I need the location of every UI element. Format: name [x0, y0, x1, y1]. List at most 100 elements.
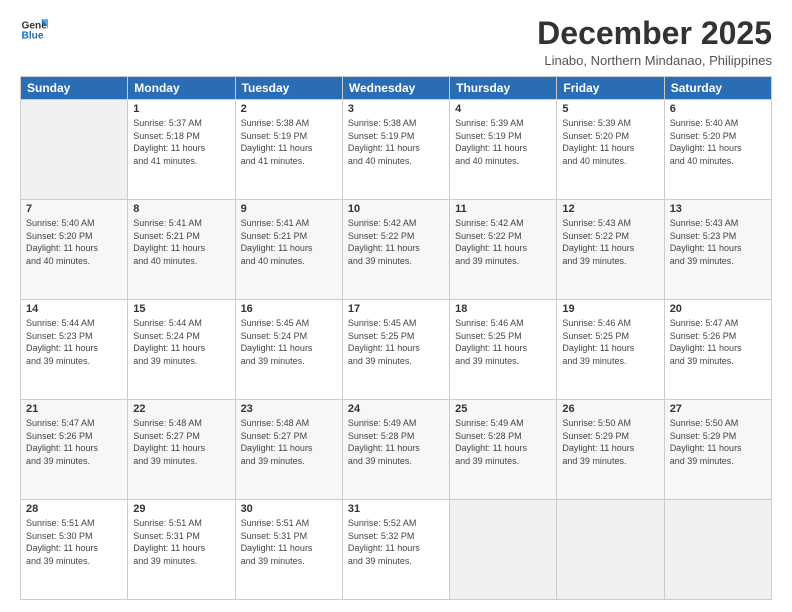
weekday-header-monday: Monday	[128, 77, 235, 100]
day-number: 17	[348, 303, 444, 315]
day-info: Sunrise: 5:42 AM Sunset: 5:22 PM Dayligh…	[455, 217, 551, 267]
calendar-cell: 26Sunrise: 5:50 AM Sunset: 5:29 PM Dayli…	[557, 400, 664, 500]
day-number: 7	[26, 203, 122, 215]
calendar-cell	[450, 500, 557, 600]
calendar-cell: 16 Sunrise: 5:45 AM Sunset: 5:24 PM Dayli…	[235, 300, 342, 400]
day-info: Sunrise: 5:50 AM Sunset: 5:29 PM Dayligh…	[670, 417, 766, 467]
month-title: December 2025	[537, 16, 772, 51]
calendar-cell: 10Sunrise: 5:42 AM Sunset: 5:22 PM Dayli…	[342, 200, 449, 300]
calendar-cell: 7 Sunrise: 5:40 AM Sunset: 5:20 PM Daylig…	[21, 200, 128, 300]
day-number: 14	[26, 303, 122, 315]
calendar-week-2: 7 Sunrise: 5:40 AM Sunset: 5:20 PM Daylig…	[21, 200, 772, 300]
calendar-cell: 3 Sunrise: 5:38 AM Sunset: 5:19 PM Daylig…	[342, 100, 449, 200]
calendar-cell: 31Sunrise: 5:52 AM Sunset: 5:32 PM Dayli…	[342, 500, 449, 600]
day-info: Sunrise: 5:39 AM Sunset: 5:19 PM Dayligh…	[455, 117, 551, 167]
day-info: Sunrise: 5:49 AM Sunset: 5:28 PM Dayligh…	[455, 417, 551, 467]
calendar-cell: 5 Sunrise: 5:39 AM Sunset: 5:20 PM Daylig…	[557, 100, 664, 200]
day-info: Sunrise: 5:40 AM Sunset: 5:20 PM Dayligh…	[670, 117, 766, 167]
day-info: Sunrise: 5:44 AM Sunset: 5:24 PM Dayligh…	[133, 317, 229, 367]
weekday-header-friday: Friday	[557, 77, 664, 100]
day-info: Sunrise: 5:52 AM Sunset: 5:32 PM Dayligh…	[348, 517, 444, 567]
weekday-header-wednesday: Wednesday	[342, 77, 449, 100]
day-number: 20	[670, 303, 766, 315]
calendar-cell: 23 Sunrise: 5:48 AM Sunset: 5:27 PM Dayli…	[235, 400, 342, 500]
day-info: Sunrise: 5:45 AM Sunset: 5:24 PM Dayligh…	[241, 317, 337, 367]
day-info: Sunrise: 5:41 AM Sunset: 5:21 PM Dayligh…	[133, 217, 229, 267]
weekday-header-sunday: Sunday	[21, 77, 128, 100]
day-number: 27	[670, 403, 766, 415]
header: General Blue December 2025 Linabo, North…	[20, 16, 772, 68]
calendar-table: SundayMondayTuesdayWednesdayThursdayFrid…	[20, 76, 772, 600]
day-info: Sunrise: 5:51 AM Sunset: 5:30 PM Dayligh…	[26, 517, 122, 567]
calendar-cell: 21Sunrise: 5:47 AM Sunset: 5:26 PM Dayli…	[21, 400, 128, 500]
svg-text:Blue: Blue	[22, 31, 44, 42]
day-number: 9	[241, 203, 337, 215]
logo: General Blue	[20, 16, 48, 44]
calendar-cell: 8Sunrise: 5:41 AM Sunset: 5:21 PM Daylig…	[128, 200, 235, 300]
day-number: 6	[670, 103, 766, 115]
day-number: 25	[455, 403, 551, 415]
calendar-cell	[21, 100, 128, 200]
day-info: Sunrise: 5:46 AM Sunset: 5:25 PM Dayligh…	[562, 317, 658, 367]
day-number: 16	[241, 303, 337, 315]
day-info: Sunrise: 5:48 AM Sunset: 5:27 PM Dayligh…	[133, 417, 229, 467]
day-info: Sunrise: 5:48 AM Sunset: 5:27 PM Dayligh…	[241, 417, 337, 467]
day-number: 30	[241, 503, 337, 515]
day-info: Sunrise: 5:46 AM Sunset: 5:25 PM Dayligh…	[455, 317, 551, 367]
day-info: Sunrise: 5:39 AM Sunset: 5:20 PM Dayligh…	[562, 117, 658, 167]
calendar-cell: 13 Sunrise: 5:43 AM Sunset: 5:23 PM Dayli…	[664, 200, 771, 300]
day-number: 5	[562, 103, 658, 115]
calendar-cell: 19 Sunrise: 5:46 AM Sunset: 5:25 PM Dayli…	[557, 300, 664, 400]
day-info: Sunrise: 5:37 AM Sunset: 5:18 PM Dayligh…	[133, 117, 229, 167]
weekday-header-tuesday: Tuesday	[235, 77, 342, 100]
calendar-cell: 11 Sunrise: 5:42 AM Sunset: 5:22 PM Dayli…	[450, 200, 557, 300]
calendar-cell: 27 Sunrise: 5:50 AM Sunset: 5:29 PM Dayli…	[664, 400, 771, 500]
calendar-cell: 18 Sunrise: 5:46 AM Sunset: 5:25 PM Dayli…	[450, 300, 557, 400]
weekday-header-saturday: Saturday	[664, 77, 771, 100]
day-number: 10	[348, 203, 444, 215]
day-info: Sunrise: 5:51 AM Sunset: 5:31 PM Dayligh…	[241, 517, 337, 567]
day-info: Sunrise: 5:51 AM Sunset: 5:31 PM Dayligh…	[133, 517, 229, 567]
calendar-cell: 1 Sunrise: 5:37 AM Sunset: 5:18 PM Daylig…	[128, 100, 235, 200]
calendar-cell: 2 Sunrise: 5:38 AM Sunset: 5:19 PM Daylig…	[235, 100, 342, 200]
day-info: Sunrise: 5:38 AM Sunset: 5:19 PM Dayligh…	[348, 117, 444, 167]
day-info: Sunrise: 5:40 AM Sunset: 5:20 PM Dayligh…	[26, 217, 122, 267]
day-number: 23	[241, 403, 337, 415]
day-number: 13	[670, 203, 766, 215]
calendar-cell: 12Sunrise: 5:43 AM Sunset: 5:22 PM Dayli…	[557, 200, 664, 300]
calendar-week-4: 21Sunrise: 5:47 AM Sunset: 5:26 PM Dayli…	[21, 400, 772, 500]
day-number: 24	[348, 403, 444, 415]
location-title: Linabo, Northern Mindanao, Philippines	[537, 53, 772, 68]
calendar-week-1: 1 Sunrise: 5:37 AM Sunset: 5:18 PM Daylig…	[21, 100, 772, 200]
calendar-cell: 30 Sunrise: 5:51 AM Sunset: 5:31 PM Dayli…	[235, 500, 342, 600]
calendar-cell	[557, 500, 664, 600]
title-block: December 2025 Linabo, Northern Mindanao,…	[537, 16, 772, 68]
weekday-header-row: SundayMondayTuesdayWednesdayThursdayFrid…	[21, 77, 772, 100]
weekday-header-thursday: Thursday	[450, 77, 557, 100]
day-number: 2	[241, 103, 337, 115]
day-number: 19	[562, 303, 658, 315]
day-number: 3	[348, 103, 444, 115]
calendar-cell: 4 Sunrise: 5:39 AM Sunset: 5:19 PM Daylig…	[450, 100, 557, 200]
calendar-cell: 28Sunrise: 5:51 AM Sunset: 5:30 PM Dayli…	[21, 500, 128, 600]
day-info: Sunrise: 5:47 AM Sunset: 5:26 PM Dayligh…	[26, 417, 122, 467]
day-info: Sunrise: 5:49 AM Sunset: 5:28 PM Dayligh…	[348, 417, 444, 467]
day-info: Sunrise: 5:43 AM Sunset: 5:23 PM Dayligh…	[670, 217, 766, 267]
day-number: 15	[133, 303, 229, 315]
day-info: Sunrise: 5:41 AM Sunset: 5:21 PM Dayligh…	[241, 217, 337, 267]
day-number: 11	[455, 203, 551, 215]
day-number: 18	[455, 303, 551, 315]
calendar-cell: 9 Sunrise: 5:41 AM Sunset: 5:21 PM Daylig…	[235, 200, 342, 300]
calendar-week-3: 14Sunrise: 5:44 AM Sunset: 5:23 PM Dayli…	[21, 300, 772, 400]
calendar-cell: 17 Sunrise: 5:45 AM Sunset: 5:25 PM Dayli…	[342, 300, 449, 400]
day-info: Sunrise: 5:45 AM Sunset: 5:25 PM Dayligh…	[348, 317, 444, 367]
calendar-cell: 24 Sunrise: 5:49 AM Sunset: 5:28 PM Dayli…	[342, 400, 449, 500]
page: General Blue December 2025 Linabo, North…	[0, 0, 792, 612]
day-number: 1	[133, 103, 229, 115]
calendar-cell: 22Sunrise: 5:48 AM Sunset: 5:27 PM Dayli…	[128, 400, 235, 500]
day-info: Sunrise: 5:38 AM Sunset: 5:19 PM Dayligh…	[241, 117, 337, 167]
calendar-cell: 15 Sunrise: 5:44 AM Sunset: 5:24 PM Dayli…	[128, 300, 235, 400]
calendar-cell	[664, 500, 771, 600]
day-info: Sunrise: 5:47 AM Sunset: 5:26 PM Dayligh…	[670, 317, 766, 367]
day-number: 4	[455, 103, 551, 115]
